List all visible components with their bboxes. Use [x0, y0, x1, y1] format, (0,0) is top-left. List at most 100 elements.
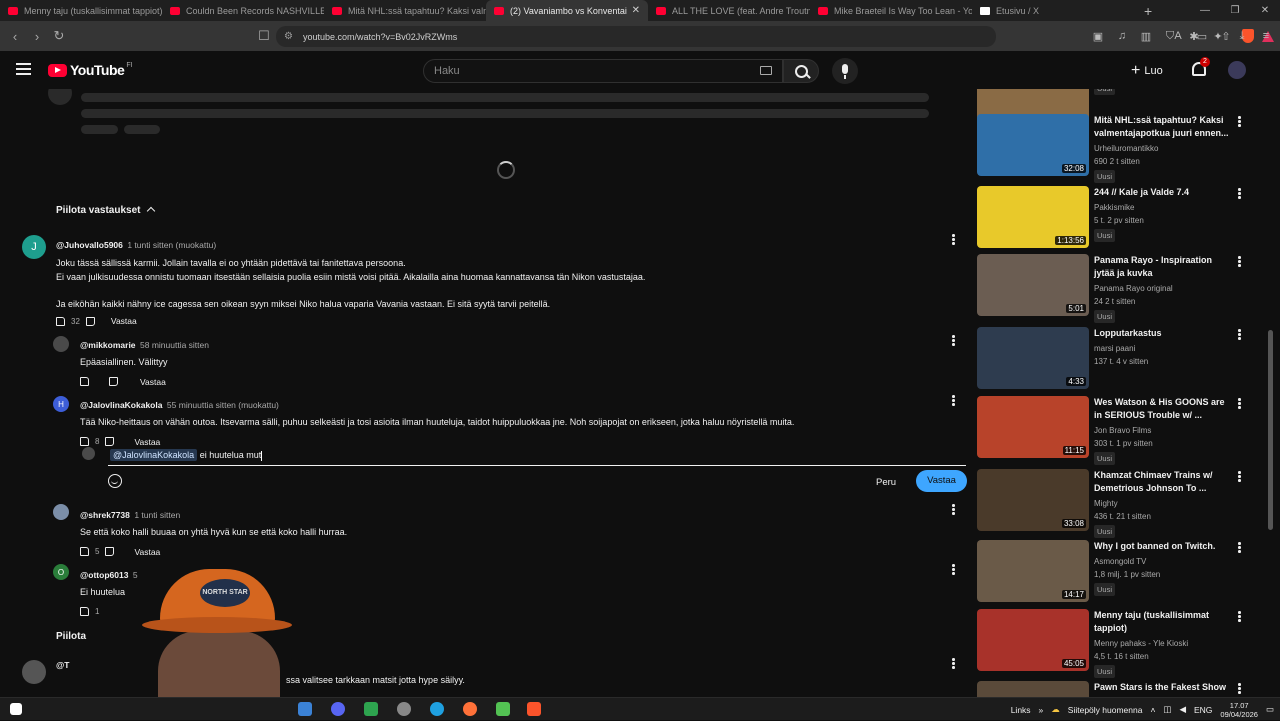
browser-tab[interactable]: Etusivu / X — [972, 0, 1134, 21]
app-icon[interactable] — [298, 702, 312, 716]
site-settings-icon[interactable]: ⚙ — [284, 31, 293, 42]
back-icon[interactable]: ‹ — [4, 29, 26, 44]
reply-button[interactable]: Vastaa — [111, 316, 137, 326]
leo-icon[interactable]: ✦ — [1210, 30, 1226, 43]
guide-menu-icon[interactable] — [16, 63, 31, 75]
more-actions-icon[interactable] — [1237, 611, 1241, 623]
forward-icon[interactable]: › — [26, 29, 48, 44]
video-info[interactable]: Khamzat Chimaev Trains w/ Demetrious Joh… — [1094, 469, 1232, 538]
notification-center-icon[interactable]: ▭ — [1266, 704, 1274, 715]
brave-icon[interactable] — [527, 702, 541, 716]
windows-start-icon[interactable] — [10, 703, 22, 715]
reply-button[interactable]: Vastaa — [140, 377, 166, 387]
weather-text[interactable]: Siitepöly huomenna — [1068, 705, 1143, 715]
keyboard-icon[interactable] — [760, 66, 772, 75]
network-icon[interactable]: ◫ — [1163, 704, 1171, 715]
vpn-icon[interactable]: ⛉ — [1162, 30, 1178, 43]
avatar[interactable]: H — [53, 396, 69, 412]
search-button[interactable] — [783, 59, 819, 83]
tray-chevron-icon[interactable]: ˄ — [1150, 705, 1155, 715]
video-thumbnail[interactable]: 4:33 — [977, 327, 1089, 389]
comment-time[interactable]: 55 minuuttia sitten (muokattu) — [167, 400, 279, 410]
firefox-icon[interactable] — [463, 702, 477, 716]
comment-time[interactable]: 1 tunti sitten — [134, 510, 180, 520]
create-button[interactable]: + Luo — [1131, 62, 1163, 80]
hide-replies-button[interactable]: Piilota — [56, 631, 86, 642]
comment-time[interactable]: 1 tunti sitten (muokattu) — [127, 240, 216, 250]
discord-icon[interactable] — [331, 702, 345, 716]
more-actions-icon[interactable] — [1237, 683, 1241, 695]
more-actions-icon[interactable] — [1237, 116, 1241, 128]
music-icon[interactable]: ♫ — [1114, 30, 1130, 42]
wallet-icon[interactable]: ▣ — [1090, 30, 1106, 43]
dislike-icon[interactable] — [85, 316, 95, 326]
close-window-icon[interactable]: ✕ — [1250, 0, 1280, 21]
more-actions-icon[interactable] — [1237, 471, 1241, 483]
minimize-icon[interactable]: — — [1190, 0, 1220, 21]
browser-tab[interactable]: Mitä NHL:ssä tapahtuu? Kaksi valme — [324, 0, 486, 21]
more-actions-icon[interactable] — [951, 658, 955, 670]
account-avatar[interactable] — [1228, 61, 1246, 79]
more-actions-icon[interactable] — [951, 335, 955, 347]
browser-tab[interactable]: ALL THE LOVE (feat. Andre Troutman — [648, 0, 810, 21]
more-actions-icon[interactable] — [951, 564, 955, 576]
dislike-icon[interactable] — [109, 377, 118, 386]
reply-input[interactable]: @JalovlinaKokakola ei huutelua mut — [108, 447, 966, 466]
reply-button[interactable]: Vastaa — [134, 437, 160, 447]
like-icon[interactable] — [80, 547, 89, 556]
video-info[interactable]: Wes Watson & His GOONS are in SERIOUS Tr… — [1094, 396, 1232, 465]
avatar[interactable]: O — [53, 564, 69, 580]
extensions-icon[interactable]: ✱ — [1186, 30, 1202, 43]
video-info[interactable]: Panama Rayo - Inspiraation jytää ja kuvk… — [1094, 254, 1232, 323]
browser-tab[interactable]: (2) Vavaniambo vs Konventai ✕ — [486, 0, 648, 21]
search-input[interactable]: Haku — [423, 59, 783, 83]
cancel-button[interactable]: Peru — [876, 477, 896, 488]
more-actions-icon[interactable] — [1237, 329, 1241, 341]
edge-icon[interactable] — [430, 702, 444, 716]
dislike-icon[interactable] — [105, 437, 115, 446]
voice-search-icon[interactable] — [832, 58, 858, 84]
links-toolbar[interactable]: Links — [1011, 705, 1031, 715]
bookmark-icon[interactable]: ☐ — [253, 28, 275, 44]
page-scrollbar[interactable] — [1268, 330, 1273, 530]
video-info[interactable]: 244 // Kale ja Valde 7.4 Pakkismike 5 t. 2… — [1094, 186, 1232, 242]
video-info[interactable]: 8,5 t. 3 pv sittenUusi — [1094, 89, 1232, 95]
video-info[interactable]: Why I got banned on Twitch. Asmongold TV 1… — [1094, 540, 1232, 596]
comment-author[interactable]: @mikkomarie — [80, 340, 136, 350]
video-info[interactable]: Menny taju (tuskallisimmat tappiot) Menny… — [1094, 609, 1232, 678]
like-icon[interactable] — [80, 437, 89, 446]
video-thumbnail[interactable]: 11:15 — [977, 396, 1089, 458]
clock[interactable]: 17.07 09/04/2026 — [1220, 701, 1258, 719]
youtube-logo[interactable]: YouTube FI — [48, 62, 133, 78]
menu-icon[interactable]: ≡ — [1258, 30, 1274, 42]
submit-reply-button[interactable]: Vastaa — [916, 470, 967, 492]
more-actions-icon[interactable] — [951, 395, 955, 407]
comment-author[interactable]: @Juhovallo5906 — [56, 240, 123, 250]
sidebar-icon[interactable]: ▥ — [1138, 30, 1154, 43]
more-actions-icon[interactable] — [1237, 542, 1241, 554]
video-thumbnail[interactable] — [977, 681, 1089, 697]
comment-time[interactable]: 58 minuuttia sitten — [140, 340, 209, 350]
video-thumbnail[interactable]: 33:08 — [977, 469, 1089, 531]
video-thumbnail[interactable]: 14:17 — [977, 540, 1089, 602]
language-indicator[interactable]: ENG — [1194, 705, 1212, 715]
video-info[interactable]: Pawn Stars is the Fakest Show — [1094, 681, 1232, 694]
maximize-icon[interactable]: ❐ — [1220, 0, 1250, 21]
video-thumbnail[interactable]: 32:08 — [977, 114, 1089, 176]
video-thumbnail[interactable]: 45:05 — [977, 609, 1089, 671]
reload-icon[interactable]: ↻ — [48, 28, 70, 44]
avatar[interactable] — [53, 504, 69, 520]
new-tab-icon[interactable]: + — [1134, 3, 1162, 19]
browser-tab[interactable]: Menny taju (tuskallisimmat tappiot) — [0, 0, 162, 21]
avatar[interactable] — [22, 660, 46, 684]
comment-author[interactable]: @JalovlinaKokakola — [80, 400, 162, 410]
more-actions-icon[interactable] — [951, 504, 955, 516]
emoji-icon[interactable] — [108, 474, 122, 488]
like-icon[interactable] — [80, 377, 89, 386]
more-actions-icon[interactable] — [1237, 256, 1241, 268]
app-icon[interactable] — [364, 702, 378, 716]
comment-author[interactable]: @shrek7738 — [80, 510, 130, 520]
like-icon[interactable] — [56, 316, 65, 326]
browser-tab[interactable]: Mike Braeteil Is Way Too Lean - YouTu — [810, 0, 972, 21]
hide-replies-button[interactable]: Piilota vastaukset — [56, 205, 156, 216]
